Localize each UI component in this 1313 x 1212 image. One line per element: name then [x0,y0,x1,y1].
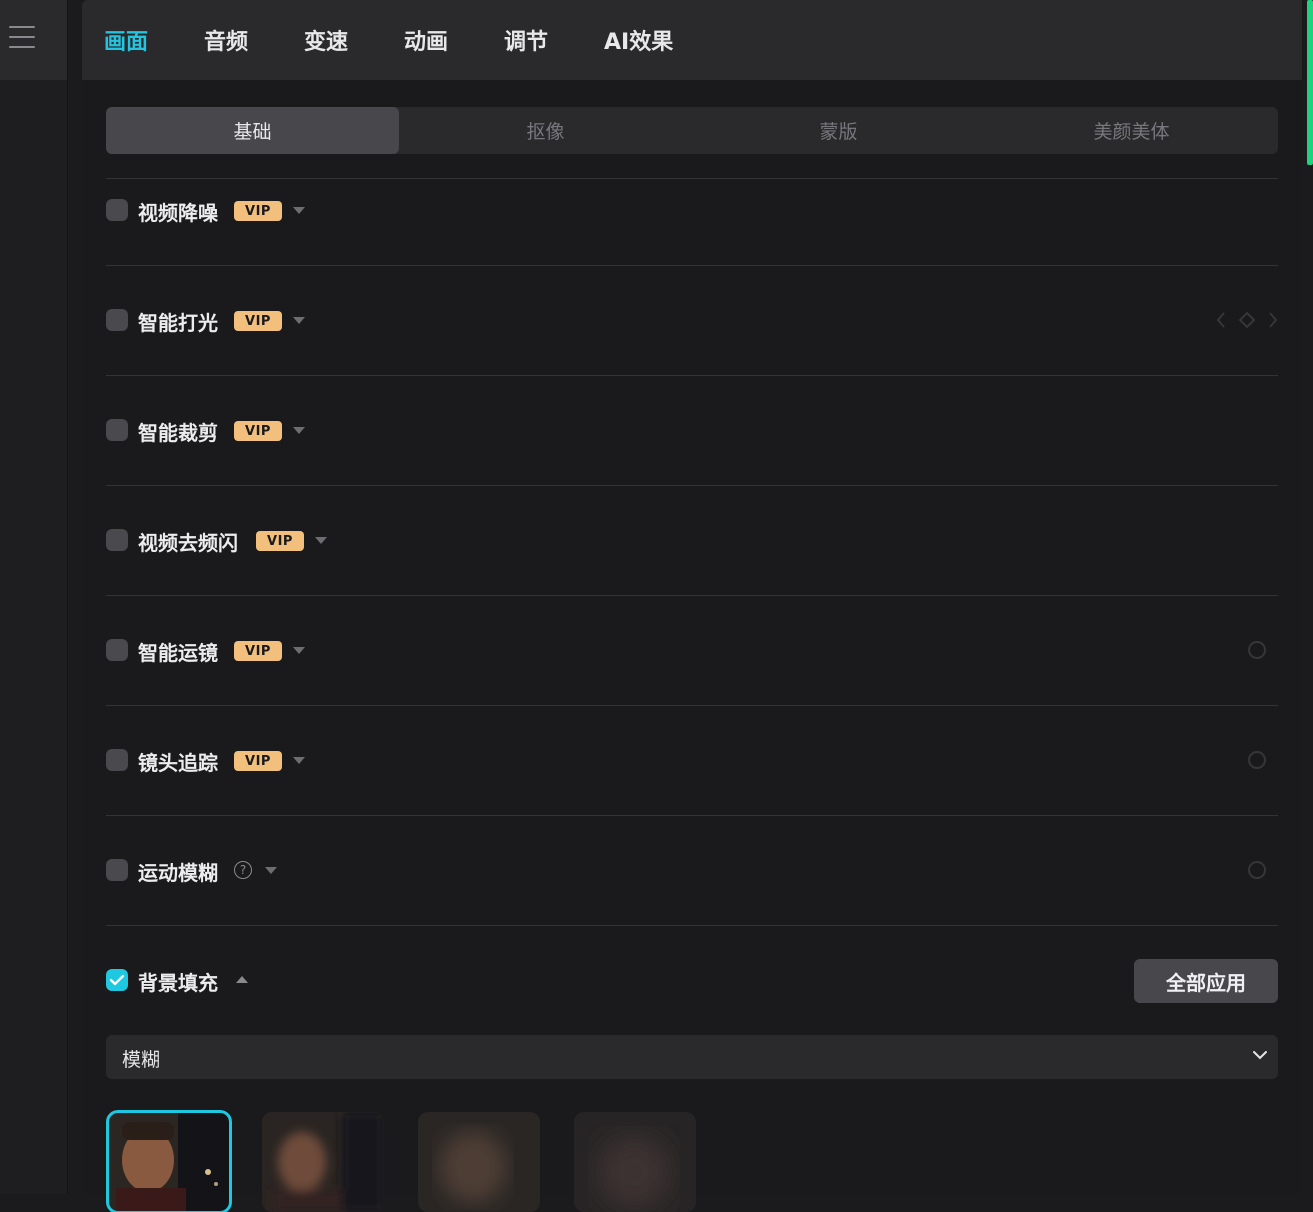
tab-speed[interactable]: 变速 [304,24,348,56]
vip-badge: VIP [234,751,282,771]
divider [106,705,1278,706]
divider [106,595,1278,596]
checkbox[interactable] [106,419,128,441]
chevron-down-icon [1253,1051,1267,1060]
feature-row-camera-tracking: 镜头追踪 VIP [106,741,1278,781]
blur-thumbnail-light[interactable] [262,1112,384,1212]
blur-thumbnail-medium[interactable] [418,1112,540,1212]
vip-badge: VIP [234,641,282,661]
feature-row-smart-lighting: 智能打光 VIP [106,301,1278,341]
divider [106,485,1278,486]
checkbox[interactable] [106,859,128,881]
chevron-down-icon[interactable] [265,867,277,874]
feature-row-background-fill: 背景填充 [106,961,1278,1001]
thumbnail-image [262,1112,384,1212]
feature-label: 智能裁剪 [138,421,218,445]
blur-thumbnail-none[interactable] [106,1110,232,1212]
divider [106,815,1278,816]
feature-row-smart-camera: 智能运镜 VIP [106,631,1278,671]
checkbox[interactable] [106,529,128,551]
tab-adjust[interactable]: 调节 [504,24,548,56]
divider [106,375,1278,376]
scrollbar-thumb[interactable] [1307,0,1313,165]
feature-label: 背景填充 [138,971,218,995]
tab-audio[interactable]: 音频 [204,24,248,56]
divider [106,178,1278,179]
checkbox-checked[interactable] [106,969,128,991]
fill-type-select[interactable]: 模糊 [106,1035,1278,1079]
subtab-mask[interactable]: 蒙版 [692,107,985,154]
menu-icon[interactable] [9,26,35,48]
reset-icon[interactable] [1246,749,1268,771]
feature-label: 运动模糊 [138,861,218,885]
tab-ai-effects[interactable]: AI效果 [604,24,673,56]
properties-panel: 画面 音频 变速 动画 调节 AI效果 基础 抠像 蒙版 美颜美体 视频降噪 V… [82,0,1302,1212]
reset-icon[interactable] [1246,639,1268,661]
divider [106,265,1278,266]
apply-all-button[interactable]: 全部应用 [1134,959,1278,1003]
subtab-basic[interactable]: 基础 [106,107,399,154]
feature-label: 视频降噪 [138,201,218,225]
chevron-down-icon[interactable] [315,537,327,544]
tab-picture[interactable]: 画面 [104,24,148,56]
chevron-down-icon[interactable] [293,647,305,654]
question-circle-icon[interactable]: ? [234,861,252,879]
subtab-beauty[interactable]: 美颜美体 [985,107,1278,154]
reset-icon[interactable] [1246,859,1268,881]
vip-badge: VIP [256,531,304,551]
feature-label: 智能运镜 [138,641,218,665]
chevron-up-icon[interactable] [236,976,248,983]
sub-tab-bar: 基础 抠像 蒙版 美颜美体 [106,107,1278,154]
checkbox[interactable] [106,639,128,661]
left-rail [0,0,68,1194]
thumbnail-image [418,1112,540,1212]
checkbox[interactable] [106,199,128,221]
tab-animation[interactable]: 动画 [404,24,448,56]
check-icon [109,974,125,986]
keyframe-nav-icon[interactable] [1216,309,1278,331]
thumbnail-image [108,1112,230,1212]
chevron-down-icon[interactable] [293,427,305,434]
feature-label: 镜头追踪 [138,751,218,775]
vip-badge: VIP [234,421,282,441]
divider [106,925,1278,926]
top-tab-bar: 画面 音频 变速 动画 调节 AI效果 [82,0,1302,80]
feature-label: 智能打光 [138,311,218,335]
thumbnail-image [574,1112,696,1212]
feature-row-smart-crop: 智能裁剪 VIP [106,411,1278,451]
chevron-down-icon[interactable] [293,207,305,214]
vip-badge: VIP [234,311,282,331]
feature-row-video-denoise: 视频降噪 VIP [106,191,1278,231]
feature-label: 视频去频闪 [138,531,238,555]
chevron-down-icon[interactable] [293,317,305,324]
checkbox[interactable] [106,749,128,771]
select-value: 模糊 [122,1049,161,1071]
feature-row-deflicker: 视频去频闪 VIP [106,521,1278,561]
chevron-down-icon[interactable] [293,757,305,764]
vip-badge: VIP [234,201,282,221]
subtab-cutout[interactable]: 抠像 [399,107,692,154]
checkbox[interactable] [106,309,128,331]
feature-row-motion-blur: 运动模糊 ? [106,851,1278,891]
blur-thumbnail-heavy[interactable] [574,1112,696,1212]
